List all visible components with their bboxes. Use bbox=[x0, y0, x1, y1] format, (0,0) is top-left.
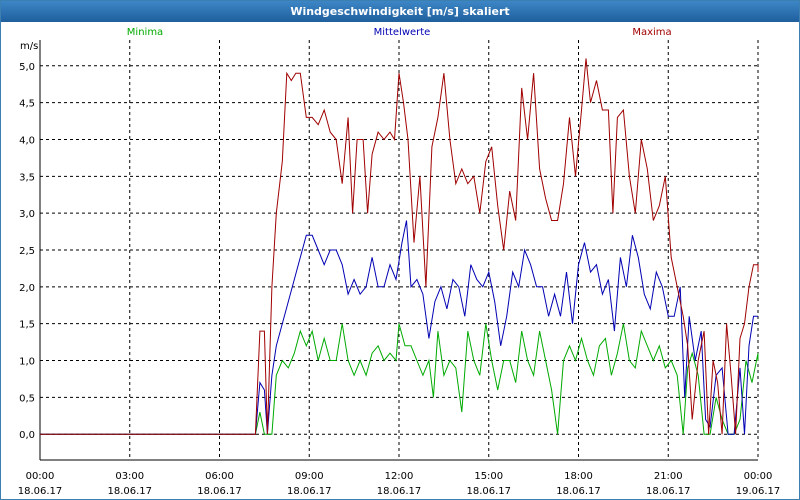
y-tick-label: 3,5 bbox=[19, 172, 35, 183]
y-tick-label: 1,0 bbox=[19, 357, 35, 368]
y-tick-label: 2,5 bbox=[19, 246, 35, 257]
x-tick-date: 18.06.17 bbox=[197, 486, 242, 497]
x-tick-time: 18:00 bbox=[564, 471, 593, 482]
y-axis-label: m/s bbox=[20, 41, 38, 52]
x-tick-date: 18.06.17 bbox=[377, 486, 422, 497]
y-tick-label: 3,0 bbox=[19, 209, 35, 220]
y-tick-label: 0,0 bbox=[19, 430, 35, 441]
x-tick-date: 18.06.17 bbox=[646, 486, 691, 497]
x-tick-date: 18.06.17 bbox=[107, 486, 152, 497]
y-tick-label: 0,5 bbox=[19, 393, 35, 404]
y-tick-label: 4,0 bbox=[19, 135, 35, 146]
chart-area: 0,0 0,5 1,0 1,5 2,0 2,5 3,0 3,5 4,0 4,5 5,0 00:00 18… bbox=[18, 27, 781, 497]
legend-minima: Minima bbox=[127, 27, 163, 38]
x-tick-date: 18.06.17 bbox=[556, 486, 601, 497]
x-tick-time: 21:00 bbox=[654, 471, 683, 482]
legend-mittelwerte: Mittelwerte bbox=[374, 27, 431, 38]
x-tick-date: 18.06.17 bbox=[466, 486, 511, 497]
y-tick-label: 1,5 bbox=[19, 320, 35, 331]
legend-maxima: Maxima bbox=[632, 27, 671, 38]
y-tick-label: 4,5 bbox=[19, 99, 35, 110]
x-tick-time: 03:00 bbox=[115, 471, 144, 482]
x-tick-time: 15:00 bbox=[474, 471, 503, 482]
grid bbox=[39, 40, 759, 460]
y-tick-label: 5,0 bbox=[19, 62, 35, 73]
x-tick-time: 06:00 bbox=[205, 471, 234, 482]
y-tick-label: 2,0 bbox=[19, 283, 35, 294]
x-tick-time: 00:00 bbox=[744, 471, 773, 482]
x-tick-time: 09:00 bbox=[295, 471, 324, 482]
legend: Minima Mittelwerte Maxima bbox=[127, 27, 672, 38]
x-tick-date: 19.06.17 bbox=[736, 486, 781, 497]
x-tick-date: 18.06.17 bbox=[287, 486, 332, 497]
x-tick-time: 12:00 bbox=[385, 471, 414, 482]
x-tick-date: 18.06.17 bbox=[18, 486, 63, 497]
x-tick-time: 00:00 bbox=[26, 471, 55, 482]
